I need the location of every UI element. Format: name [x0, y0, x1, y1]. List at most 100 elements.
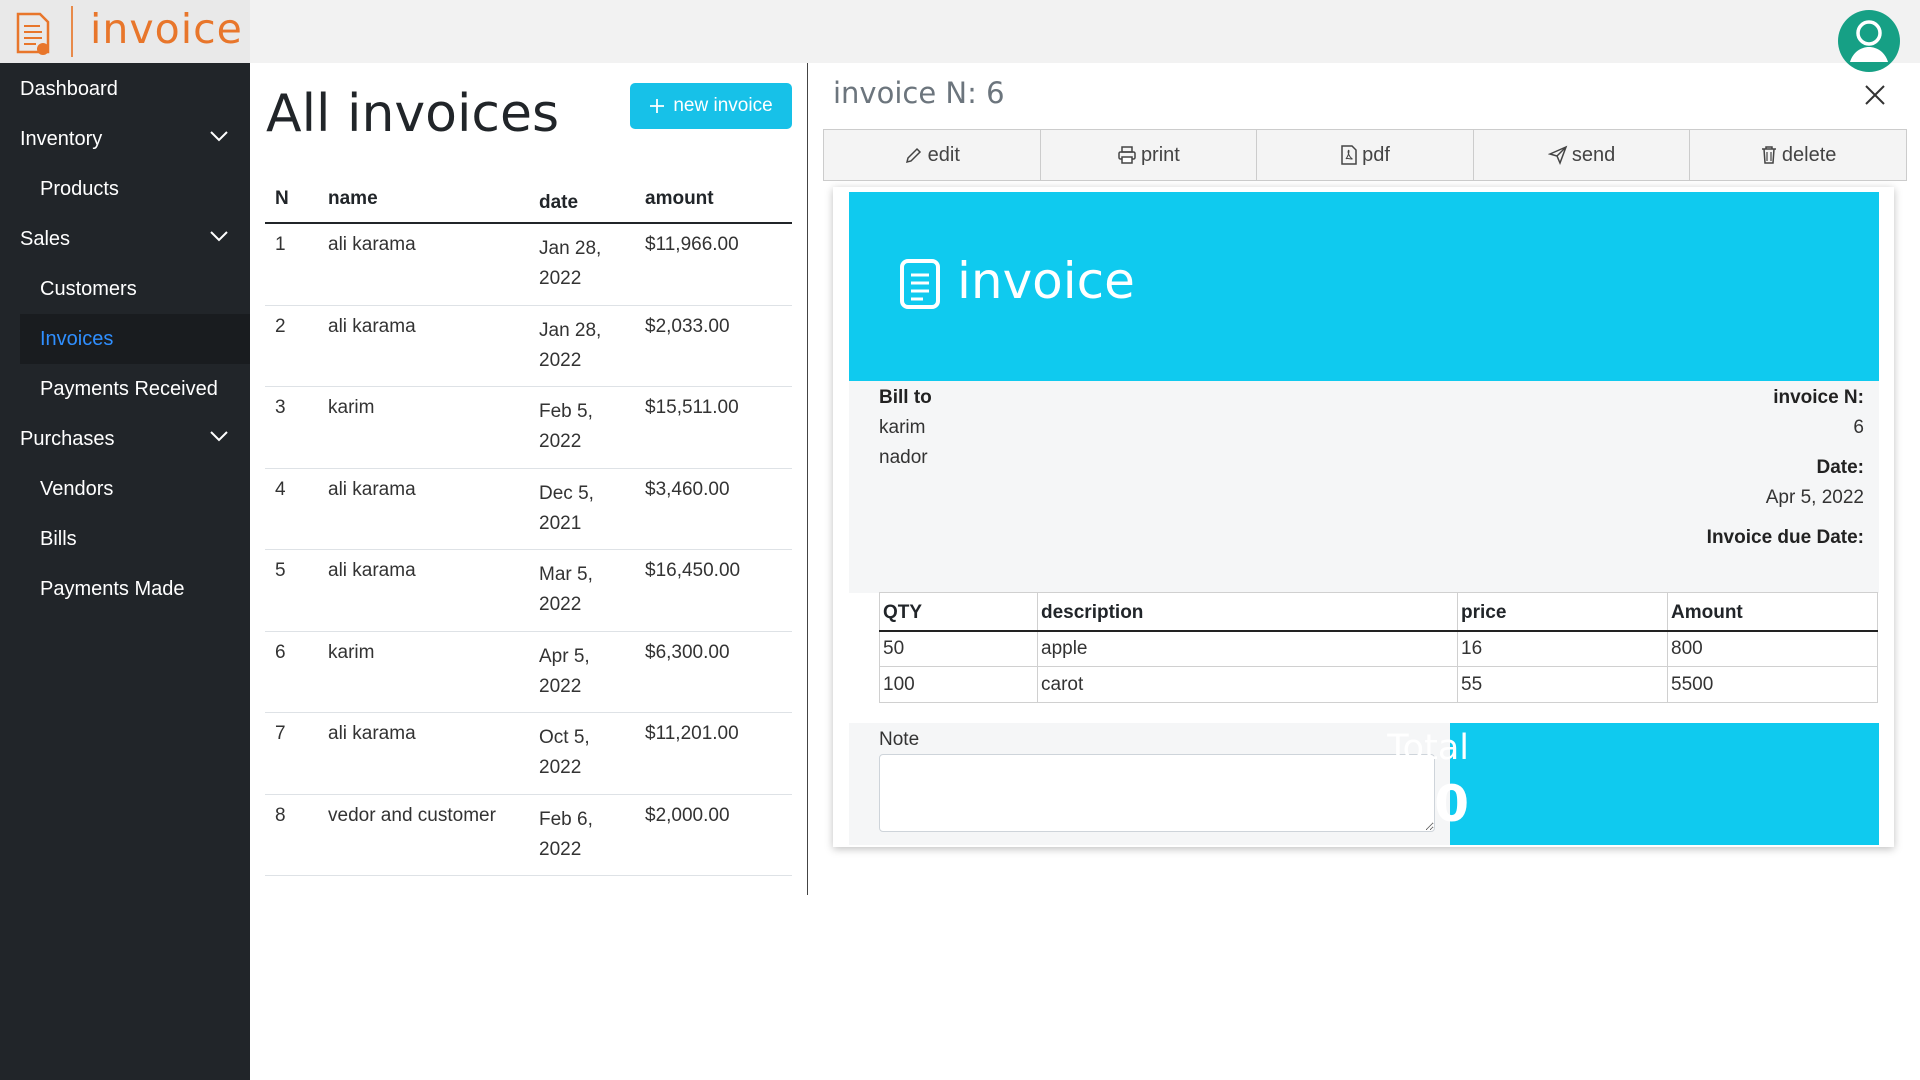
cell-n: 8 [275, 804, 286, 826]
bill-panel [849, 381, 1879, 593]
column-header-description: description [1037, 592, 1458, 632]
banner-title: invoice [957, 252, 1135, 310]
cell-price: 16 [1457, 630, 1668, 667]
sidebar-item-label: Customers [40, 277, 137, 300]
cell-n: 5 [275, 560, 286, 581]
column-header-n: N [275, 188, 289, 209]
pdf-label: pdf [1362, 143, 1390, 166]
sidebar-item-inventory[interactable]: Inventory [0, 114, 250, 164]
document-icon [900, 259, 940, 309]
send-icon [1547, 145, 1568, 165]
cell-name: ali karama [328, 723, 416, 744]
plus-icon [650, 99, 665, 113]
brand-divider [71, 6, 73, 57]
column-header-qty: QTY [879, 592, 1038, 632]
column-header-amount: Amount [1667, 592, 1878, 632]
cell-amount: 800 [1667, 630, 1878, 667]
bill-to-city: nador [879, 447, 928, 468]
total-value: $6,300.00 [1187, 775, 1469, 833]
column-header-price: price [1457, 592, 1668, 632]
sidebar-item-dashboard[interactable]: Dashboard [0, 64, 250, 114]
cell-name: karim [328, 641, 375, 663]
invoice-actions: edit print pdf send delete [823, 129, 1907, 181]
sidebar-item-invoices[interactable]: Invoices [20, 314, 250, 364]
sidebar-item-purchases[interactable]: Purchases [0, 414, 250, 464]
table-row[interactable]: 6 karim Apr 5, 2022 $6,300.00 [265, 632, 792, 713]
sidebar-item-payments-received[interactable]: Payments Received [0, 364, 250, 414]
table-row[interactable]: 8 vedor and customer Feb 6, 2022 $2,000.… [265, 795, 792, 876]
sidebar-item-label: Payments Made [40, 577, 185, 600]
sidebar-item-label: Inventory [20, 127, 103, 150]
detail-title: invoice N: 6 [833, 76, 1005, 110]
close-icon[interactable] [1864, 84, 1886, 106]
cell-qty: 50 [879, 630, 1038, 667]
cell-description: apple [1037, 630, 1458, 667]
cell-amount: $11,201.00 [645, 723, 739, 744]
cell-amount: $2,000.00 [645, 804, 730, 826]
brand[interactable]: invoice [0, 0, 250, 63]
sidebar-item-label: Purchases [20, 427, 115, 450]
cell-description: carot [1037, 666, 1458, 703]
invoice-number-label: invoice N: [1773, 387, 1864, 408]
table-row[interactable]: 4 ali karama Dec 5, 2021 $3,460.00 [265, 469, 792, 550]
top-bar [0, 0, 1920, 63]
sidebar-item-label: Vendors [40, 477, 114, 500]
pdf-button[interactable]: pdf [1256, 129, 1474, 181]
pencil-icon [905, 147, 921, 164]
total-box [1450, 723, 1879, 845]
cell-name: vedor and customer [328, 804, 496, 826]
panel-divider [807, 63, 808, 895]
items-table: QTY description price Amount 50 apple 16… [879, 592, 1878, 703]
cell-date: Oct 5, 2022 [539, 727, 590, 778]
column-header-amount: amount [645, 188, 714, 209]
table-row[interactable]: 7 ali karama Oct 5, 2022 $11,201.00 [265, 713, 792, 795]
edit-label: edit [927, 143, 960, 166]
printer-icon [1118, 146, 1136, 164]
bill-to-label: Bill to [879, 387, 932, 408]
cell-n: 4 [275, 478, 286, 500]
cell-date: Dec 5, 2021 [539, 482, 594, 534]
sidebar-item-label: Bills [40, 527, 77, 550]
cell-amount: $11,966.00 [645, 234, 739, 255]
sidebar-item-payments-made[interactable]: Payments Made [0, 564, 250, 614]
cell-date: Mar 5, 2022 [539, 564, 593, 615]
new-invoice-label: new invoice [673, 95, 773, 116]
invoice-logo-icon [16, 12, 50, 55]
sidebar-item-label: Products [40, 177, 119, 200]
send-button[interactable]: send [1472, 129, 1691, 181]
table-row[interactable]: 1 ali karama Jan 28, 2022 $11,966.00 [265, 224, 792, 306]
cell-amount: $6,300.00 [645, 641, 730, 663]
delete-button[interactable]: delete [1689, 129, 1907, 181]
cell-n: 3 [275, 397, 286, 418]
cell-amount: $15,511.00 [645, 397, 739, 418]
column-header-date: date [539, 192, 579, 213]
chevron-down-icon [210, 231, 228, 242]
pdf-file-icon [1341, 145, 1357, 165]
edit-button[interactable]: edit [823, 129, 1041, 181]
cell-date: Feb 6, 2022 [539, 808, 593, 860]
cell-date: Jan 28, 2022 [539, 319, 602, 371]
cell-name: ali karama [328, 478, 416, 500]
cell-name: ali karama [328, 560, 416, 581]
print-button[interactable]: print [1039, 129, 1258, 181]
cell-price: 55 [1457, 666, 1668, 703]
sidebar-item-bills[interactable]: Bills [0, 514, 250, 564]
sidebar-item-label: Dashboard [20, 77, 118, 100]
user-avatar[interactable] [1838, 10, 1900, 72]
sidebar-item-sales[interactable]: Sales [0, 214, 250, 264]
cell-date: Feb 5, 2022 [539, 401, 593, 452]
new-invoice-button[interactable]: new invoice [630, 83, 792, 129]
sidebar-item-vendors[interactable]: Vendors [0, 464, 250, 514]
table-row[interactable]: 3 karim Feb 5, 2022 $15,511.00 [265, 387, 792, 469]
cell-amount: $2,033.00 [645, 315, 730, 337]
cell-amount: $16,450.00 [645, 560, 741, 581]
sidebar-item-products[interactable]: Products [0, 164, 250, 214]
print-label: print [1140, 143, 1180, 166]
table-row[interactable]: 5 ali karama Mar 5, 2022 $16,450.00 [265, 550, 792, 632]
trash-icon [1761, 146, 1776, 164]
table-row: 50 apple 16 800 [879, 630, 1878, 667]
table-row[interactable]: 2 ali karama Jan 28, 2022 $2,033.00 [265, 306, 792, 387]
sidebar-item-customers[interactable]: Customers [0, 264, 250, 314]
sidebar-item-label: Sales [20, 227, 71, 250]
note-label: Note [879, 729, 920, 750]
